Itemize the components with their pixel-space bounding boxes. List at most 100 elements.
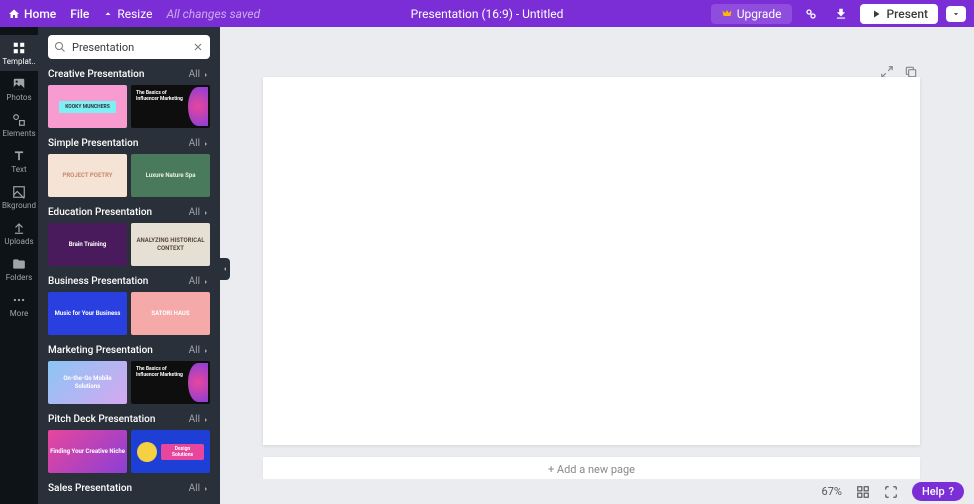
sidebar-label: Photos [6,93,31,102]
category-title: Creative Presentation [48,69,144,80]
template-thumbnail[interactable]: Music for Your Business [48,292,127,335]
sidebar-label: Templat.. [2,57,35,66]
saved-status: All changes saved [166,7,260,21]
template-thumbnail[interactable]: Luxure Nature Spa [131,154,210,197]
top-left-menu: Home File Resize All changes saved [8,7,260,21]
top-right-actions: Upgrade Present [711,3,966,25]
home-link[interactable]: Home [8,7,56,21]
uploads-icon [12,221,26,235]
sidebar-elements[interactable]: Elements [0,107,38,143]
text-icon [12,149,26,163]
sidebar-folders[interactable]: Folders [0,251,38,287]
template-thumbnail[interactable]: Finding Your Creative Niche [48,430,127,473]
present-button[interactable]: Present [860,4,939,24]
category-title: Business Presentation [48,276,148,287]
page-canvas[interactable] [263,77,920,445]
download-button[interactable] [830,3,852,25]
template-thumbnail[interactable]: PROJECT POETRY [48,154,127,197]
help-label: Help [922,485,945,498]
template-thumbnail[interactable]: The Basics of Influencer Marketing [131,361,210,404]
folders-icon [12,257,26,271]
crown-icon [721,8,733,20]
category-title: Simple Presentation [48,138,138,149]
fullscreen-icon[interactable] [884,485,898,499]
upgrade-button[interactable]: Upgrade [711,4,792,24]
template-category: Simple Presentation All PROJECT POETRYLux… [48,138,210,197]
icon-sidebar: Templat.. Photos Elements Text Bkground … [0,27,38,504]
template-category: Business Presentation All Music for Your … [48,276,210,335]
category-thumbs: KOOKY MUNCHERSThe Basics of Influencer M… [48,85,210,128]
sidebar-more[interactable]: More [0,287,38,323]
home-icon [8,8,20,20]
category-header: Marketing Presentation All [48,345,210,356]
category-all-link[interactable]: All [189,483,210,494]
sidebar-label: Elements [2,129,35,138]
category-thumbs: Finding Your Creative NicheDesign Soluti… [48,430,210,473]
template-thumbnail[interactable]: Design Solutions [131,430,210,473]
template-category: Creative Presentation All KOOKY MUNCHERST… [48,69,210,128]
template-thumbnail[interactable]: The Basics of Influencer Marketing [131,85,210,128]
search-input[interactable] [48,35,210,59]
category-all-link[interactable]: All [189,276,210,287]
play-icon [870,8,882,20]
template-thumbnail[interactable]: On-the-Go Mobile Solutions [48,361,127,404]
template-thumbnail[interactable]: SATORI HAUS [131,292,210,335]
template-category: Pitch Deck PresentationAll Finding Your … [48,414,210,473]
present-dropdown[interactable] [946,6,966,22]
template-category: Sales Presentation All [48,483,210,494]
category-all-link[interactable]: All [189,69,210,80]
add-page-button[interactable]: + Add a new page [263,457,920,481]
category-all-link[interactable]: All [189,138,210,149]
grid-view-icon[interactable] [856,485,870,499]
present-label: Present [887,7,929,21]
sidebar-label: Text [11,165,26,174]
sidebar-uploads[interactable]: Uploads [0,215,38,251]
category-header: Creative Presentation All [48,69,210,80]
zoom-level[interactable]: 67% [822,485,842,498]
add-page-label: + Add a new page [548,463,635,476]
collapse-panel-handle[interactable] [220,258,230,280]
template-category: Education Presentation All Brain Training… [48,207,210,266]
resize-icon [103,9,113,19]
category-header: Education Presentation All [48,207,210,218]
templates-icon [12,41,26,55]
sidebar-label: Folders [6,273,32,282]
category-all-link[interactable]: All [189,345,210,356]
category-thumbs: Brain TrainingANALYZING HISTORICAL CONTE… [48,223,210,266]
upgrade-label: Upgrade [737,7,782,21]
file-menu[interactable]: File [70,7,89,21]
elements-icon [12,113,26,127]
clear-search-icon[interactable] [192,41,204,53]
template-thumbnail[interactable]: KOOKY MUNCHERS [48,85,127,128]
search-icon [54,41,66,53]
category-title: Sales Presentation [48,483,132,494]
template-category: Marketing Presentation All On-the-Go Mobi… [48,345,210,404]
category-title: Marketing Presentation [48,345,153,356]
sidebar-label: More [10,309,28,318]
sidebar-background[interactable]: Bkground [0,179,38,215]
template-thumbnail[interactable]: ANALYZING HISTORICAL CONTEXT [131,223,210,266]
help-button[interactable]: Help ? [912,482,964,501]
sidebar-label: Bkground [2,201,36,210]
share-button[interactable] [800,3,822,25]
more-icon [12,293,26,307]
photos-icon [12,77,26,91]
canvas-area: + Add a new page [220,27,974,479]
category-thumbs: PROJECT POETRYLuxure Nature Spa [48,154,210,197]
help-icon: ? [949,485,954,498]
category-thumbs: Music for Your BusinessSATORI HAUS [48,292,210,335]
status-bar: 67% Help ? [220,479,974,504]
category-thumbs: On-the-Go Mobile SolutionsThe Basics of … [48,361,210,404]
category-all-link[interactable]: All [189,207,210,218]
search-wrapper [48,35,210,59]
template-thumbnail[interactable]: Brain Training [48,223,127,266]
category-all-link[interactable]: All [189,414,210,425]
category-title: Education Presentation [48,207,152,218]
sidebar-templates[interactable]: Templat.. [0,35,38,71]
sidebar-text[interactable]: Text [0,143,38,179]
top-bar: Home File Resize All changes saved Prese… [0,0,974,27]
category-header: Simple Presentation All [48,138,210,149]
sidebar-photos[interactable]: Photos [0,71,38,107]
resize-button[interactable]: Resize [103,7,152,21]
document-title[interactable]: Presentation (16:9) - Untitled [411,7,564,21]
